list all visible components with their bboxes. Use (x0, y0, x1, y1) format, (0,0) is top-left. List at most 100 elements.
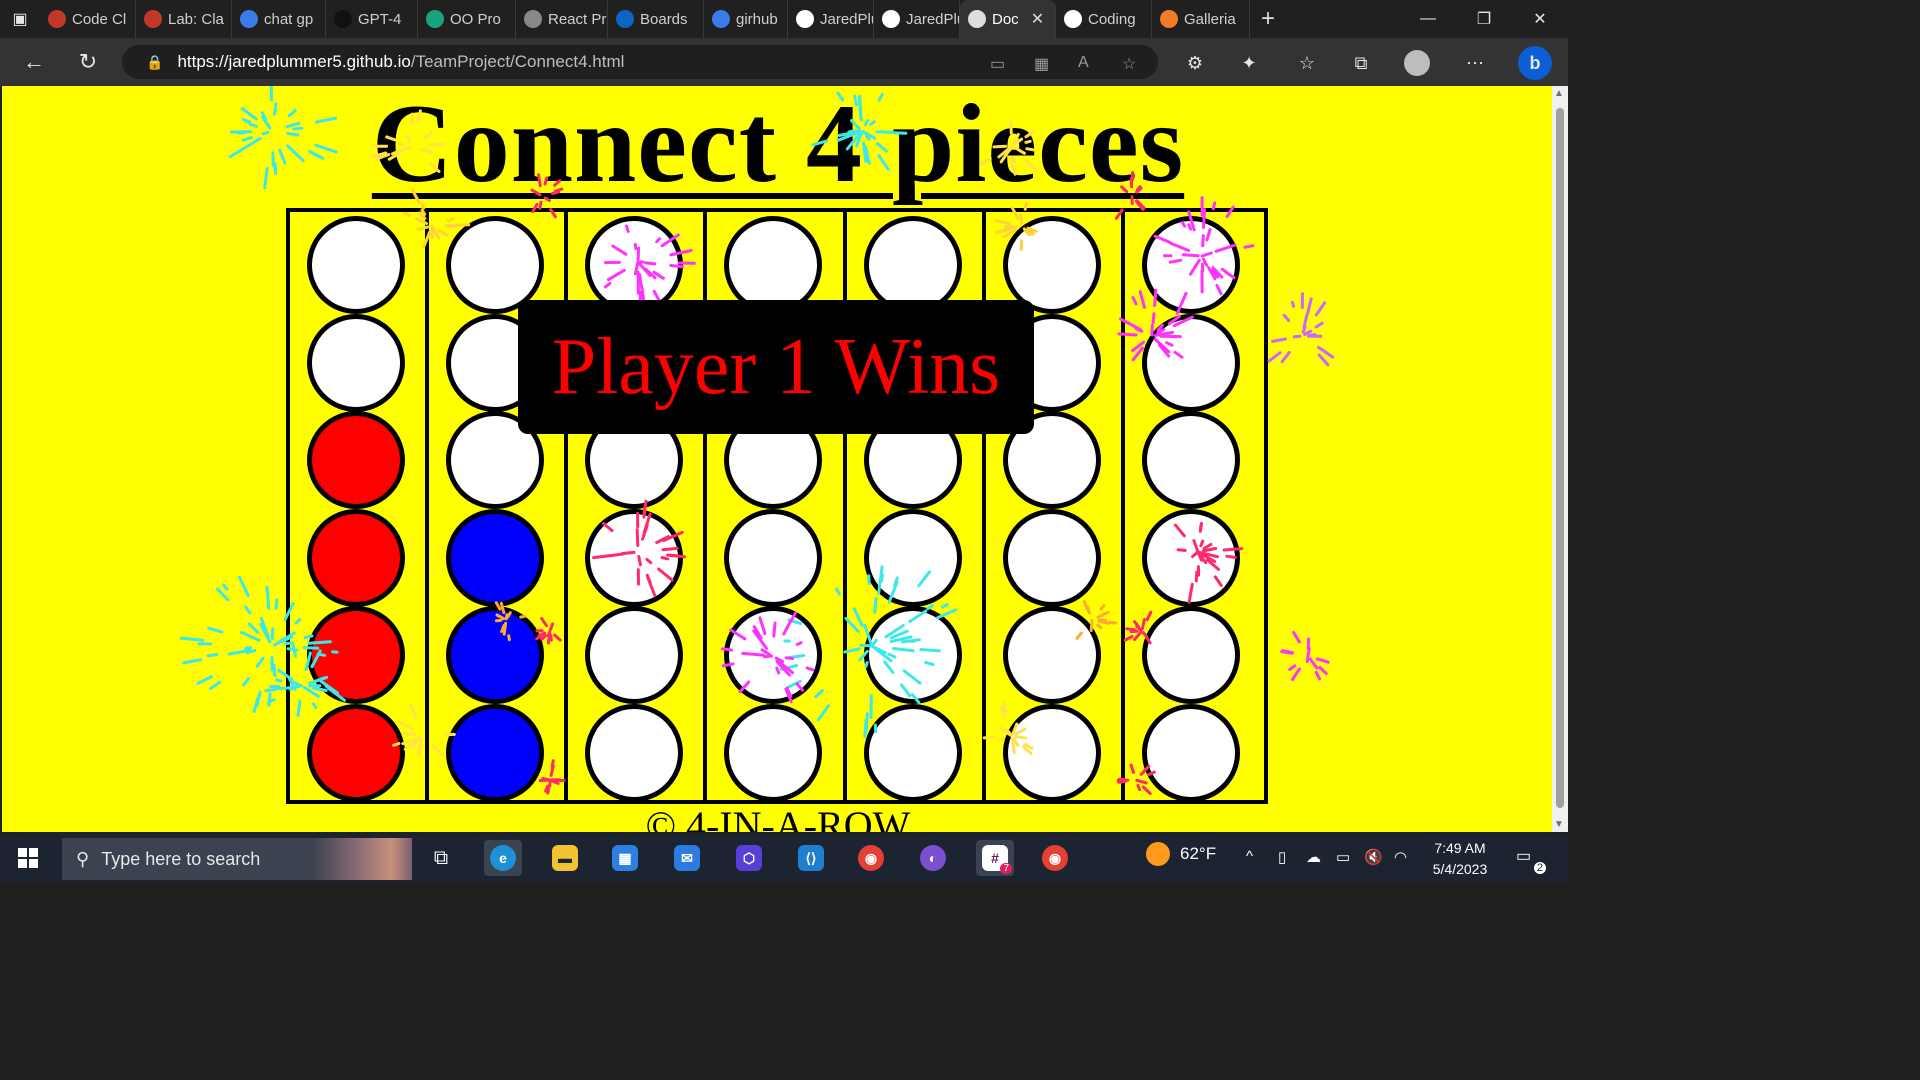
tab[interactable]: Coding (1056, 0, 1152, 38)
board-cell[interactable] (585, 703, 684, 802)
firework-spark (1301, 325, 1307, 334)
board-cell[interactable] (1141, 703, 1240, 802)
scroll-down-icon[interactable]: ▼ (1554, 819, 1564, 830)
tab[interactable]: React Pr (516, 0, 608, 38)
firework-spark (252, 696, 260, 713)
edge-icon[interactable]: e (484, 840, 522, 876)
tab[interactable]: GPT-4 (326, 0, 418, 38)
board-cell[interactable] (446, 606, 545, 704)
board-cell[interactable] (863, 606, 962, 704)
board-cell[interactable] (446, 508, 545, 607)
board-cell[interactable] (1002, 703, 1101, 802)
volume-muted-icon[interactable]: 🔇 (1364, 848, 1383, 866)
tab[interactable]: girhub (704, 0, 788, 38)
battery-icon[interactable]: ▭ (1336, 848, 1350, 866)
add-favorite-icon[interactable]: ☆ (1122, 54, 1136, 74)
board-cell[interactable] (863, 508, 962, 607)
board-cell[interactable] (307, 216, 405, 314)
tablet-icon[interactable]: ▯ (1278, 848, 1286, 866)
github-desktop-icon[interactable]: ◐ (914, 840, 952, 876)
read-aloud-icon[interactable]: A (1078, 54, 1089, 72)
game-board (286, 208, 1268, 804)
minimize-icon[interactable]: — (1400, 0, 1456, 38)
tab[interactable]: Code Cl (40, 0, 136, 38)
store-icon[interactable]: ▦ (606, 840, 644, 876)
board-cell[interactable] (307, 313, 405, 412)
weather-widget[interactable]: 62°F (1146, 842, 1216, 866)
board-column[interactable] (290, 212, 430, 802)
grid-icon[interactable]: ▦ (1034, 54, 1049, 74)
board-cell[interactable] (307, 606, 405, 704)
board-cell[interactable] (307, 411, 405, 509)
openai-icon (426, 10, 444, 28)
file-explorer-icon[interactable]: ▬ (546, 840, 584, 876)
tab-label: JaredPlu (906, 10, 960, 28)
restore-icon[interactable]: ❐ (1456, 0, 1512, 38)
app-available-icon[interactable]: ▭ (990, 54, 1005, 74)
extensions-icon[interactable]: ✦ (1236, 50, 1262, 76)
favorites-icon[interactable]: ☆ (1294, 50, 1320, 76)
tab[interactable]: Lab: Cla (136, 0, 232, 38)
board-cell[interactable] (724, 606, 823, 704)
scroll-up-icon[interactable]: ▲ (1554, 88, 1564, 99)
firework-spark (272, 663, 277, 677)
tab[interactable]: JaredPlu (874, 0, 960, 38)
tab[interactable]: Boards (608, 0, 704, 38)
board-cell[interactable] (1141, 313, 1240, 412)
tab[interactable]: JaredPlu (788, 0, 874, 38)
settings-icon[interactable]: ⚙ (1182, 50, 1208, 76)
board-cell[interactable] (1141, 508, 1240, 607)
board-cell[interactable] (1002, 508, 1101, 607)
tab[interactable]: chat gp (232, 0, 326, 38)
close-tab-icon[interactable]: ✕ (1031, 9, 1044, 29)
chevron-up-icon[interactable]: ^ (1246, 848, 1253, 865)
board-cell[interactable] (1141, 606, 1240, 704)
document-icon (968, 10, 986, 28)
board-column[interactable] (1125, 212, 1264, 802)
board-cell[interactable] (1141, 216, 1240, 314)
new-tab-button[interactable]: + (1250, 0, 1286, 38)
profile-avatar[interactable] (1404, 50, 1430, 76)
back-icon[interactable]: ← (18, 46, 50, 78)
board-cell[interactable] (585, 606, 684, 704)
tab[interactable]: OO Pro (418, 0, 516, 38)
board-cell[interactable] (1002, 606, 1101, 704)
notification-count: 2 (1533, 862, 1546, 874)
board-cell[interactable] (307, 703, 405, 802)
scroll-thumb[interactable] (1556, 108, 1564, 808)
board-cell[interactable] (1141, 411, 1240, 509)
taskbar-search[interactable]: ⚲ Type here to search (62, 838, 412, 880)
vscode-icon[interactable]: ⟨⟩ (792, 840, 830, 876)
board-cell[interactable] (307, 508, 405, 607)
firework-spark (1319, 347, 1328, 354)
board-cell[interactable] (724, 508, 823, 607)
collections-icon[interactable]: ⧉ (1348, 50, 1374, 76)
onedrive-icon[interactable]: ☁ (1306, 848, 1321, 866)
tab[interactable]: Galleria (1152, 0, 1250, 38)
board-cell[interactable] (446, 703, 545, 802)
tab[interactable]: Doc ✕ (960, 0, 1056, 38)
tab-actions-icon[interactable]: ▣ (0, 0, 40, 38)
clock-time: 7:49 AM (1434, 840, 1486, 856)
board-cell[interactable] (863, 703, 962, 802)
clock[interactable]: 7:49 AM 5/4/2023 (1420, 838, 1500, 880)
bing-icon[interactable]: b (1518, 46, 1552, 80)
chrome-icon[interactable]: ◉ (852, 840, 890, 876)
close-window-icon[interactable]: ✕ (1512, 0, 1568, 38)
scrollbar[interactable]: ▲ ▼ (1552, 86, 1568, 832)
firework-burst (1280, 630, 1330, 681)
more-menu-icon[interactable]: ⋯ (1462, 50, 1488, 76)
start-button[interactable] (8, 842, 48, 874)
chrome-profile-icon[interactable]: ◉ (1036, 840, 1074, 876)
slack-icon[interactable]: #7 (976, 840, 1014, 876)
tab-list: Code Cl Lab: Cla chat gp GPT-4 OO Pro React P… (40, 0, 1250, 38)
mail-icon[interactable]: ✉ (668, 840, 706, 876)
refresh-icon[interactable]: ↻ (72, 46, 104, 78)
board-cell[interactable] (724, 703, 823, 802)
bing-chat-icon[interactable]: ⬡ (730, 840, 768, 876)
task-view-icon[interactable]: ⧉ (422, 840, 460, 876)
search-highlight-image (312, 838, 412, 880)
board-cell[interactable] (585, 508, 684, 607)
wifi-icon[interactable]: ◠ (1394, 848, 1407, 866)
notification-icon[interactable]: ▭ 2 (1516, 846, 1546, 874)
